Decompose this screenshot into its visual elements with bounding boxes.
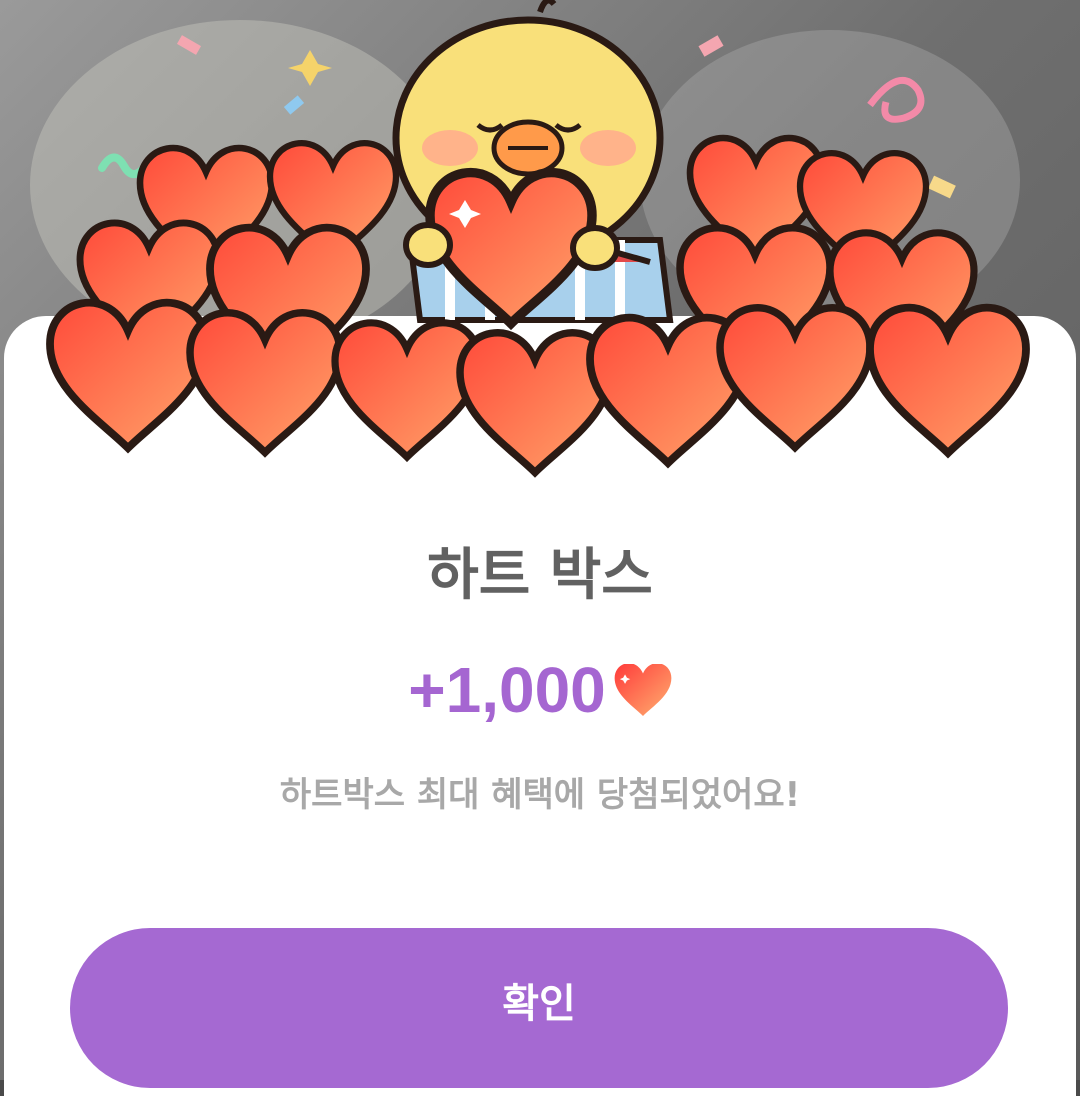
- chick-holding-heart-on-heart-pile-icon: [40, 0, 1040, 480]
- reward-amount: +1,000: [408, 654, 606, 726]
- dialog-title: 하트 박스: [427, 543, 653, 608]
- heart-icon: [614, 664, 672, 716]
- confirm-button[interactable]: 확인: [70, 928, 1008, 1088]
- reward-amount-row: +1,000: [0, 650, 1080, 730]
- reward-message: 하트박스 최대 혜택에 당첨되었어요!: [279, 775, 801, 815]
- confirm-button-label: 확인: [502, 981, 576, 1027]
